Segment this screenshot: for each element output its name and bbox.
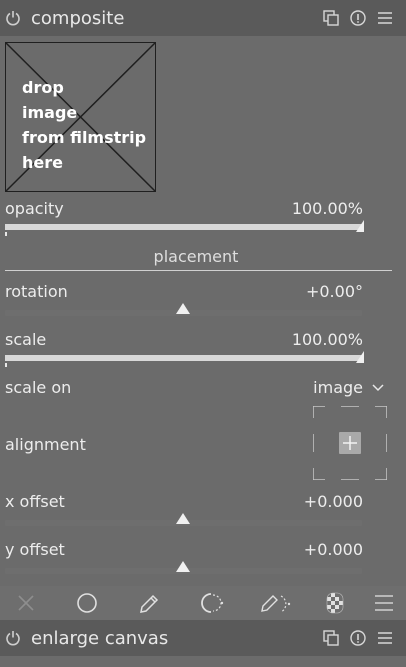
drop-zone-text: drop image from filmstrip here xyxy=(22,78,147,172)
x-offset-value: +0.000 xyxy=(303,492,363,511)
parametric-mask-icon[interactable] xyxy=(200,592,226,618)
opacity-track[interactable] xyxy=(5,224,362,230)
reset-icon[interactable] xyxy=(349,629,367,647)
multi-instance-icon[interactable] xyxy=(322,9,340,27)
opacity-fill xyxy=(5,224,362,230)
scale-label: scale xyxy=(5,330,47,349)
y-offset-value: +0.000 xyxy=(303,540,363,559)
scale-value: 100.00% xyxy=(291,330,363,349)
scale-on-value[interactable]: image xyxy=(313,378,363,397)
alignment-center-button[interactable] xyxy=(339,432,361,454)
raster-mask-icon[interactable] xyxy=(324,592,346,618)
rotation-marker[interactable] xyxy=(176,303,190,314)
rotation-value: +0.00° xyxy=(305,282,363,301)
off-icon[interactable] xyxy=(15,592,37,618)
module-header-composite: composite xyxy=(0,0,406,36)
alignment-label: alignment xyxy=(5,435,86,454)
opacity-label: opacity xyxy=(5,199,64,218)
scale-fill xyxy=(5,355,362,361)
panel-bottom-space xyxy=(0,656,406,667)
plus-icon xyxy=(343,436,357,450)
scale-min-tick xyxy=(5,363,7,367)
multi-instance-icon[interactable] xyxy=(322,629,340,647)
x-offset-marker[interactable] xyxy=(176,513,190,524)
drawn-parametric-mask-icon[interactable] xyxy=(260,592,294,620)
reset-icon[interactable] xyxy=(349,9,367,27)
power-icon[interactable] xyxy=(5,10,21,26)
rotation-label: rotation xyxy=(5,282,68,301)
module-header-enlarge-canvas: enlarge canvas xyxy=(0,620,406,656)
blend-mode-bar xyxy=(0,586,406,620)
section-placement-title: placement xyxy=(153,247,239,266)
power-icon[interactable] xyxy=(5,630,21,646)
blend-menu-icon[interactable] xyxy=(374,592,394,618)
image-drop-zone[interactable]: drop image from filmstrip here xyxy=(5,42,156,192)
scale-marker[interactable] xyxy=(354,351,364,363)
opacity-value: 100.00% xyxy=(291,199,363,218)
section-divider xyxy=(5,270,392,271)
module-title[interactable]: enlarge canvas xyxy=(31,628,168,649)
x-offset-label: x offset xyxy=(5,492,65,511)
opacity-marker[interactable] xyxy=(354,220,364,232)
uniform-icon[interactable] xyxy=(76,592,98,618)
scale-on-label: scale on xyxy=(5,378,72,397)
scale-track[interactable] xyxy=(5,355,362,361)
presets-icon[interactable] xyxy=(376,9,394,27)
module-title[interactable]: composite xyxy=(31,8,124,29)
drawn-mask-icon[interactable] xyxy=(138,592,160,618)
chevron-down-icon[interactable] xyxy=(372,384,384,392)
opacity-min-tick xyxy=(5,232,7,236)
presets-icon[interactable] xyxy=(376,629,394,647)
y-offset-marker[interactable] xyxy=(176,561,190,572)
y-offset-label: y offset xyxy=(5,540,65,559)
